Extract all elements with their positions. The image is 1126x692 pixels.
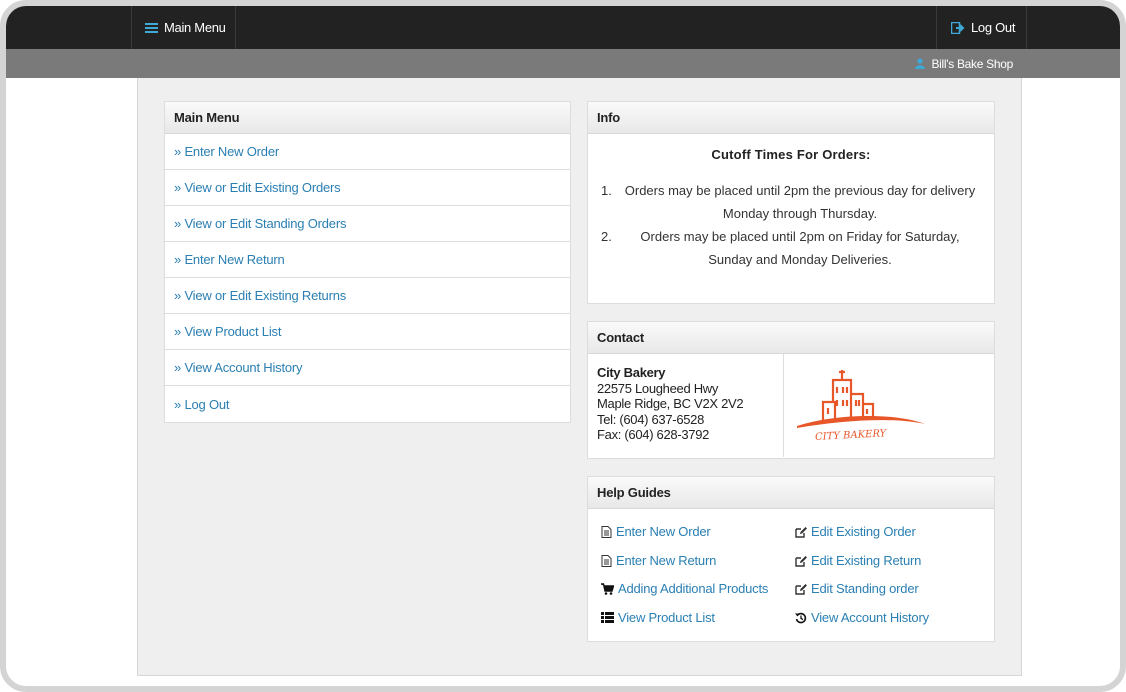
- list-number: 2.: [601, 229, 612, 244]
- contact-details: City Bakery 22575 Lougheed Hwy Maple Rid…: [597, 365, 744, 443]
- document-icon: [601, 554, 612, 567]
- address-line-1: 22575 Lougheed Hwy: [597, 380, 719, 396]
- divider: [783, 354, 784, 457]
- menu-item-view-edit-returns[interactable]: » View or Edit Existing Returns: [165, 278, 570, 314]
- list-item: 1. Orders may be placed until 2pm the pr…: [588, 179, 994, 225]
- menu-item-view-product-list[interactable]: » View Product List: [165, 314, 570, 350]
- help-label: Edit Existing Return: [811, 553, 922, 568]
- info-title: Info: [588, 102, 994, 134]
- help-view-account-history[interactable]: View Account History: [795, 610, 929, 625]
- contact-panel: Contact City Bakery 22575 Lougheed Hwy M…: [587, 321, 995, 459]
- top-navbar: Main Menu Log Out: [6, 6, 1120, 49]
- business-name: City Bakery: [597, 365, 666, 380]
- list-text: Orders may be placed until 2pm the previ…: [624, 183, 976, 221]
- help-guides-title: Help Guides: [588, 477, 994, 509]
- menu-item-view-edit-orders[interactable]: » View or Edit Existing Orders: [165, 170, 570, 206]
- help-view-product-list[interactable]: View Product List: [601, 610, 715, 625]
- menu-item-enter-new-return[interactable]: » Enter New Return: [165, 242, 570, 278]
- cart-icon: [601, 582, 614, 595]
- help-edit-existing-return[interactable]: Edit Existing Return: [795, 553, 921, 568]
- help-guides-panel: Help Guides Enter New Order Edit Existin…: [587, 476, 995, 642]
- history-icon: [795, 612, 807, 623]
- shop-name-label: Bill's Bake Shop: [931, 56, 1013, 71]
- city-bakery-logo: CITY BAKERY: [797, 370, 925, 443]
- help-label: View Account History: [811, 610, 929, 625]
- document-icon: [601, 525, 612, 538]
- help-enter-new-return[interactable]: Enter New Return: [601, 553, 716, 568]
- list-number: 1.: [601, 183, 612, 198]
- info-panel: Info Cutoff Times For Orders: 1. Orders …: [587, 101, 995, 304]
- app-window: Main Menu Log Out Bill's Bake Shop Main …: [0, 0, 1126, 692]
- list-text: Orders may be placed until 2pm on Friday…: [640, 229, 960, 267]
- menu-item-view-account-history[interactable]: » View Account History: [165, 350, 570, 386]
- help-label: View Product List: [618, 610, 715, 625]
- edit-icon: [795, 555, 807, 567]
- help-label: Edit Standing order: [811, 581, 919, 596]
- help-edit-standing-order[interactable]: Edit Standing order: [795, 581, 919, 596]
- help-label: Adding Additional Products: [618, 581, 769, 596]
- address-line-2: Maple Ridge, BC V2X 2V2: [597, 396, 744, 411]
- cutoff-list: 1. Orders may be placed until 2pm the pr…: [588, 179, 994, 271]
- main-menu-panel: Main Menu » Enter New Order » View or Ed…: [164, 101, 571, 423]
- svg-text:CITY BAKERY: CITY BAKERY: [815, 428, 888, 443]
- main-menu-label: Main Menu: [164, 20, 226, 35]
- help-adding-additional-products[interactable]: Adding Additional Products: [601, 581, 768, 596]
- user-icon: [915, 58, 926, 69]
- cutoff-heading: Cutoff Times For Orders:: [711, 147, 871, 162]
- phone-number: Tel: (604) 637-6528: [597, 411, 705, 427]
- list-item: 2. Orders may be placed until 2pm on Fri…: [588, 225, 994, 271]
- help-edit-existing-order[interactable]: Edit Existing Order: [795, 524, 916, 539]
- menu-item-view-edit-standing-orders[interactable]: » View or Edit Standing Orders: [165, 206, 570, 242]
- menu-item-log-out[interactable]: » Log Out: [165, 386, 570, 422]
- logout-icon: [951, 21, 965, 34]
- logout-label: Log Out: [971, 20, 1016, 35]
- edit-icon: [795, 583, 807, 595]
- menu-item-enter-new-order[interactable]: » Enter New Order: [165, 134, 570, 170]
- main-menu-button[interactable]: Main Menu: [131, 6, 236, 49]
- account-bar: Bill's Bake Shop: [6, 49, 1120, 78]
- hamburger-icon: [145, 21, 158, 35]
- content-area: Main Menu » Enter New Order » View or Ed…: [137, 78, 1022, 676]
- contact-body: City Bakery 22575 Lougheed Hwy Maple Rid…: [588, 354, 994, 457]
- shop-name[interactable]: Bill's Bake Shop: [915, 49, 1013, 78]
- main-menu-title: Main Menu: [165, 102, 570, 134]
- edit-icon: [795, 526, 807, 538]
- help-enter-new-order[interactable]: Enter New Order: [601, 524, 711, 539]
- help-label: Enter New Return: [616, 553, 717, 568]
- list-icon: [601, 612, 614, 623]
- contact-title: Contact: [588, 322, 994, 354]
- fax-number: Fax: (604) 628-3792: [597, 427, 710, 442]
- logout-button[interactable]: Log Out: [936, 6, 1027, 49]
- help-label: Enter New Order: [616, 524, 711, 539]
- help-label: Edit Existing Order: [811, 524, 916, 539]
